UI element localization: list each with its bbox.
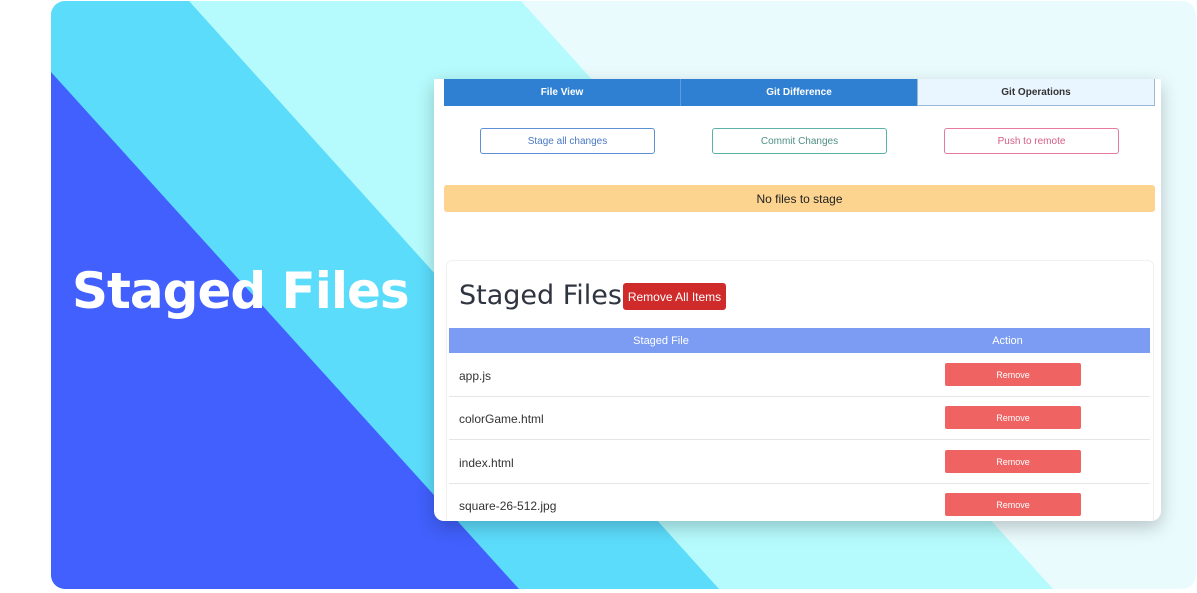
tab-git-operations[interactable]: Git Operations bbox=[917, 79, 1155, 106]
commit-changes-button[interactable]: Commit Changes bbox=[712, 128, 887, 154]
staged-file-name: square-26-512.jpg bbox=[459, 498, 557, 513]
table-row: app.js Remove bbox=[449, 354, 1150, 397]
remove-button[interactable]: Remove bbox=[945, 450, 1081, 473]
git-panel: File View Git Difference Git Operations … bbox=[434, 79, 1161, 521]
stage-all-button[interactable]: Stage all changes bbox=[480, 128, 655, 154]
tab-bar: File View Git Difference Git Operations bbox=[444, 79, 1155, 106]
staged-files-heading: Staged Files bbox=[459, 280, 622, 311]
staged-file-name: index.html bbox=[459, 455, 514, 470]
tab-git-difference[interactable]: Git Difference bbox=[680, 79, 917, 106]
no-files-notice: No files to stage bbox=[444, 185, 1155, 212]
remove-all-button[interactable]: Remove All Items bbox=[623, 283, 726, 310]
table-row: colorGame.html Remove bbox=[449, 397, 1150, 440]
remove-button[interactable]: Remove bbox=[945, 493, 1081, 516]
column-header-staged-file: Staged File bbox=[633, 334, 689, 347]
staged-file-name: app.js bbox=[459, 368, 492, 383]
table-row: square-26-512.jpg Remove bbox=[449, 484, 1150, 521]
column-header-action: Action bbox=[992, 334, 1023, 347]
table-header: Staged File Action bbox=[449, 328, 1150, 353]
hero-title: Staged Files bbox=[72, 262, 410, 320]
push-to-remote-button[interactable]: Push to remote bbox=[944, 128, 1119, 154]
remove-button[interactable]: Remove bbox=[945, 363, 1081, 386]
staged-file-name: colorGame.html bbox=[459, 411, 544, 426]
tab-file-view[interactable]: File View bbox=[444, 79, 680, 106]
table-row: index.html Remove bbox=[449, 441, 1150, 484]
remove-button[interactable]: Remove bbox=[945, 406, 1081, 429]
